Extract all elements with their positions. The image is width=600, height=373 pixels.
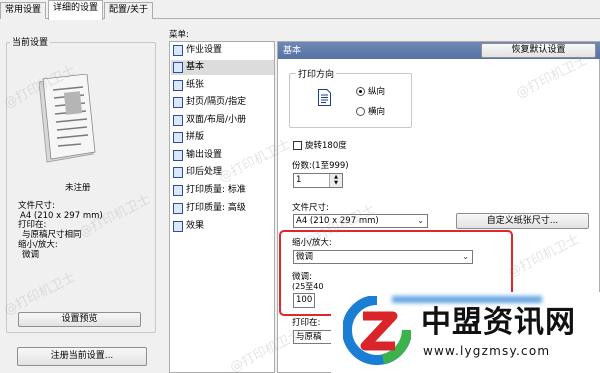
menu-item-effects[interactable]: 效果 bbox=[171, 219, 274, 234]
imposition-icon bbox=[173, 132, 183, 143]
site-logo-overlay: 中盟资讯网 www.lygzmsy.com bbox=[331, 292, 600, 373]
copies-spinner[interactable]: ▲ ▼ bbox=[329, 174, 342, 187]
site-logo-title: 中盟资讯网 bbox=[421, 305, 576, 340]
portrait-label: 纵向 bbox=[368, 87, 386, 97]
orientation-group bbox=[289, 73, 412, 128]
rotate-180-label: 旋转180度 bbox=[305, 141, 347, 151]
preview-settings-button[interactable]: 设置预览 bbox=[18, 312, 141, 327]
tab-config-about[interactable]: 配置/关于 bbox=[104, 2, 154, 19]
site-logo-url: www.lygzmsy.com bbox=[423, 344, 551, 358]
page-preview-image bbox=[35, 73, 98, 164]
chevron-down-icon: ⌄ bbox=[417, 216, 424, 225]
print-on-value: 与原稿尺寸相同 bbox=[22, 230, 82, 240]
menu-item-basic[interactable]: 基本 bbox=[171, 60, 274, 75]
menu-item-quality-advanced[interactable]: 打印质量: 高级 bbox=[171, 201, 274, 216]
copies-label: 份数:(1至999) bbox=[292, 161, 349, 171]
restore-defaults-button[interactable]: 恢复默认设置 bbox=[481, 43, 596, 58]
portrait-radio[interactable] bbox=[356, 87, 365, 96]
menu-item-paper[interactable]: 纸张 bbox=[171, 78, 274, 93]
panel-header-title: 基本 bbox=[283, 46, 302, 56]
tab-detailed-settings[interactable]: 详细的设置 bbox=[48, 0, 104, 20]
menu-item-duplex-layout[interactable]: 双面/布局/小册 bbox=[171, 113, 274, 128]
job-settings-icon bbox=[173, 45, 183, 56]
register-settings-button[interactable]: 注册当前设置... bbox=[17, 347, 147, 366]
blurred-fragment bbox=[392, 296, 542, 303]
scale-label: 缩小/放大: bbox=[18, 240, 58, 250]
scale-value: 微调 bbox=[22, 250, 40, 260]
landscape-label: 横向 bbox=[368, 107, 386, 117]
portrait-radio-dot bbox=[359, 90, 362, 93]
menu-title: 菜单: bbox=[169, 30, 189, 40]
paper-size-label-right: 文件尺寸: bbox=[292, 203, 329, 213]
quality-advanced-icon bbox=[173, 203, 183, 214]
menu-list: 作业设置 基本 纸张 封页/隔页/指定 双面/布局/小册 拼版 输出设置 印后处… bbox=[169, 41, 275, 373]
tab-bar: 常用设置 详细的设置 配置/关于 bbox=[0, 0, 600, 20]
finishing-icon bbox=[173, 167, 183, 178]
current-settings-title: 当前设置 bbox=[10, 35, 51, 48]
print-on-label-right: 打印在: bbox=[292, 318, 321, 328]
portrait-page-icon bbox=[318, 89, 331, 106]
menu-item-output-settings[interactable]: 输出设置 bbox=[171, 148, 274, 163]
quality-standard-icon bbox=[173, 185, 183, 196]
menu-item-imposition[interactable]: 拼版 bbox=[171, 130, 274, 145]
output-settings-icon bbox=[173, 150, 183, 161]
menu-item-cover-page[interactable]: 封页/隔页/指定 bbox=[171, 95, 274, 110]
unregistered-label: 未注册 bbox=[65, 183, 91, 193]
menu-item-quality-standard[interactable]: 打印质量: 标准 bbox=[171, 183, 274, 198]
menu-item-finishing[interactable]: 印后处理 bbox=[171, 165, 274, 180]
duplex-layout-icon bbox=[173, 115, 183, 126]
effects-icon bbox=[173, 221, 183, 232]
paper-size-dropdown[interactable]: A4 (210 x 297 mm) ⌄ bbox=[293, 214, 428, 228]
custom-paper-size-button[interactable]: 自定义纸张尺寸... bbox=[456, 213, 589, 229]
print-on-label: 打印在: bbox=[18, 220, 47, 230]
site-logo-icon bbox=[343, 296, 411, 365]
paper-icon bbox=[173, 80, 183, 91]
paper-size-label: 文件尺寸: bbox=[18, 201, 55, 211]
rotate-180-checkbox[interactable] bbox=[293, 141, 302, 150]
cover-page-icon bbox=[173, 97, 183, 108]
landscape-radio[interactable] bbox=[356, 107, 365, 116]
basic-icon bbox=[173, 62, 183, 73]
orientation-title: 打印方向 bbox=[296, 67, 337, 80]
tab-common-settings[interactable]: 常用设置 bbox=[0, 2, 47, 19]
menu-item-job-settings[interactable]: 作业设置 bbox=[171, 43, 274, 58]
